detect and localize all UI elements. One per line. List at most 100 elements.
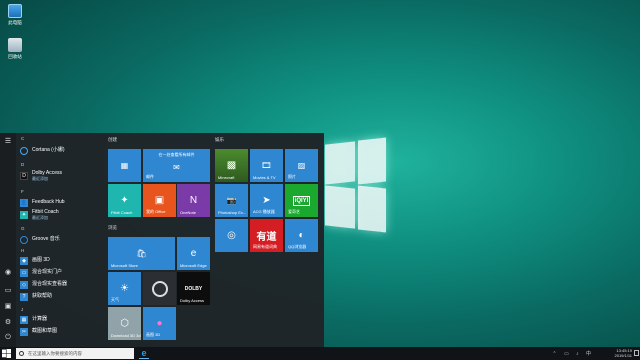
tile-youdao[interactable]: 有道 网易有道词典 — [250, 219, 283, 252]
pictures-icon[interactable]: ▣ — [3, 301, 13, 311]
section-letter[interactable]: C — [21, 136, 24, 141]
notification-center-icon[interactable] — [634, 350, 639, 356]
snip-sketch-icon: ✂ — [20, 327, 28, 336]
cortana-icon — [20, 146, 28, 155]
section-letter[interactable]: G — [21, 226, 25, 231]
app-feedback-hub[interactable]: 👤 Feedback Hub — [20, 197, 102, 208]
group-title-play[interactable]: 娱乐 — [215, 137, 224, 143]
tile-label: 天气 — [111, 297, 119, 302]
windows-logo-wallpaper — [325, 137, 386, 239]
section-letter[interactable]: H — [21, 248, 24, 253]
desktop-icon-label: 此电脑 — [8, 20, 22, 25]
app-groove-music[interactable]: Groove 音乐 — [20, 234, 102, 245]
tile-label: Photoshop Ex... — [218, 210, 247, 215]
tile-mail[interactable]: 在一处查看所有邮件 ✉ 邮件 — [143, 149, 210, 182]
qq-browser-icon: ◐ — [298, 230, 305, 241]
section-letter[interactable]: J — [21, 307, 23, 312]
section-letter[interactable]: F — [21, 189, 24, 194]
app-label: 画图 3D — [32, 257, 50, 263]
taskbar-search-box[interactable]: 在这里输入你要搜索的内容 — [16, 348, 134, 359]
tile-photo-studio[interactable]: 📷 Photoshop Ex... — [215, 184, 248, 217]
app-mixed-reality-viewer[interactable]: ◇ 混合现实查看器 — [20, 279, 102, 290]
power-icon[interactable]: ⏻ — [3, 333, 13, 343]
tile-photos[interactable]: ▨ 照片 — [285, 149, 318, 182]
tile-calendar[interactable]: ▦ — [108, 149, 141, 182]
tile-acg-player[interactable]: ➤ ACG 播放器 — [250, 184, 283, 217]
tile-download-3d[interactable]: ⬡ Download 3D 3d — [108, 307, 141, 340]
tile-label: 邮件 — [146, 174, 154, 179]
cortana-ring-icon — [151, 280, 168, 297]
desktop-icon-this-pc[interactable]: 此电脑 — [2, 4, 28, 26]
tile-paint-3d[interactable]: ● 画图 3D — [143, 307, 176, 340]
onenote-icon: N — [189, 195, 198, 206]
tile-weather[interactable]: ☀ 天气 — [108, 272, 141, 305]
app-fitbit-coach[interactable]: ✦ Fitbit Coach 最近添加 — [20, 209, 102, 220]
paint-3d-drop-icon: ● — [156, 318, 163, 329]
tile-label: 我的 Office — [146, 209, 166, 214]
tile-label: QQ浏览器 — [288, 244, 307, 249]
youdao-logo-icon: 有道 — [256, 232, 277, 243]
app-cortana[interactable]: Cortana (小娜) — [20, 145, 102, 156]
clock-date: 2019/1/11 — [614, 353, 633, 358]
app-calculator[interactable]: ▦ 计算器 — [20, 314, 102, 325]
documents-icon[interactable]: ▭ — [3, 285, 13, 295]
taskbar-clock[interactable]: 13:45:19 2019/1/11 — [615, 348, 633, 358]
app-get-help[interactable]: ? 获取帮助 — [20, 291, 102, 302]
fitbit-star-icon: ✦ — [120, 195, 129, 206]
tile-minecraft[interactable]: ▩ Minecraft — [215, 149, 248, 182]
app-label: 混合现实门户 — [32, 269, 63, 275]
app-list: C Cortana (小娜) D D Dolby Access 最近添加 F 👤 … — [17, 133, 101, 347]
group-title-create[interactable]: 创建 — [108, 137, 117, 143]
app-paint-3d[interactable]: ◆ 画图 3D — [20, 255, 102, 266]
dolby-logo-icon: DOLBY — [184, 285, 203, 292]
app-dolby-access[interactable]: D Dolby Access 最近添加 — [20, 170, 102, 181]
windows-start-icon[interactable] — [2, 349, 11, 358]
mail-tile-header: 在一处查看所有邮件 — [158, 152, 195, 157]
film-icon: 🎞 — [261, 161, 272, 170]
groove-music-icon — [20, 235, 28, 244]
app-label: Cortana (小娜) — [32, 147, 65, 153]
tile-microsoft-edge[interactable]: e Microsoft Edge — [177, 237, 210, 270]
tile-label: Microsoft Store — [111, 263, 138, 268]
tile-label: 网易有道词典 — [253, 244, 277, 249]
hamburger-menu-icon[interactable]: ☰ — [3, 136, 13, 146]
group-title-explore[interactable]: 浏览 — [108, 225, 117, 231]
tile-cortana[interactable] — [143, 272, 176, 305]
app-label: 截图和草图 — [32, 328, 58, 334]
computer-icon — [8, 4, 22, 18]
tile-qq-browser[interactable]: ◐ QQ浏览器 — [285, 219, 318, 252]
store-bag-icon: 🛍 — [136, 249, 147, 258]
tile-label: 爱奇艺 — [288, 209, 300, 214]
weather-sun-icon: ☀ — [120, 283, 129, 294]
system-tray-icons[interactable]: ⌃ ▭ ♪ 中 — [552, 350, 594, 357]
tile-dolby-access[interactable]: DOLBY Dolby Access — [177, 272, 210, 305]
office-icon: ▣ — [154, 195, 165, 206]
user-account-icon[interactable]: ◉ — [3, 267, 13, 277]
tile-label: Microsoft Edge — [180, 263, 207, 268]
tile-fitbit-coach[interactable]: ✦ Fitbit Coach — [108, 184, 141, 217]
tile-microsoft-store[interactable]: 🛍 Microsoft Store — [108, 237, 175, 270]
app-mixed-reality-portal[interactable]: ▭ 混合现实门户 — [20, 267, 102, 278]
start-menu: ☰ ◉ ▭ ▣ ⚙ ⏻ C Cortana (小娜) D D Dolby Acc… — [0, 133, 324, 347]
tile-my-office[interactable]: ▣ 我的 Office — [143, 184, 176, 217]
hexagon-icon: ⬡ — [120, 318, 129, 329]
feedback-hub-icon: 👤 — [20, 198, 28, 207]
tile-iqiyi[interactable]: iQIYI 爱奇艺 — [285, 184, 318, 217]
camera-icon: 📷 — [226, 196, 237, 205]
tile-movies-tv[interactable]: 🎞 Movies & TV — [250, 149, 283, 182]
tile-weibo[interactable]: ◎ — [215, 219, 248, 252]
desktop-icon-recycle-bin[interactable]: 回收站 — [2, 38, 28, 60]
tile-onenote[interactable]: N OneNote — [177, 184, 210, 217]
paint-3d-icon: ◆ — [20, 256, 28, 265]
minecraft-icon: ▩ — [226, 160, 237, 171]
search-input[interactable]: 在这里输入你要搜索的内容 — [28, 351, 82, 357]
fitbit-icon: ✦ — [20, 210, 28, 219]
app-snip-sketch[interactable]: ✂ 截图和草图 — [20, 326, 102, 337]
settings-gear-icon[interactable]: ⚙ — [3, 317, 13, 327]
calendar-icon: ▦ — [120, 161, 129, 170]
taskbar: 在这里输入你要搜索的内容 e ⌃ ▭ ♪ 中 13:45:19 2019/1/1… — [0, 347, 640, 360]
dolby-icon: D — [20, 171, 28, 180]
section-letter[interactable]: D — [21, 162, 24, 167]
taskbar-edge-icon[interactable]: e — [139, 348, 149, 359]
tile-label: Download 3D 3d — [111, 333, 141, 338]
